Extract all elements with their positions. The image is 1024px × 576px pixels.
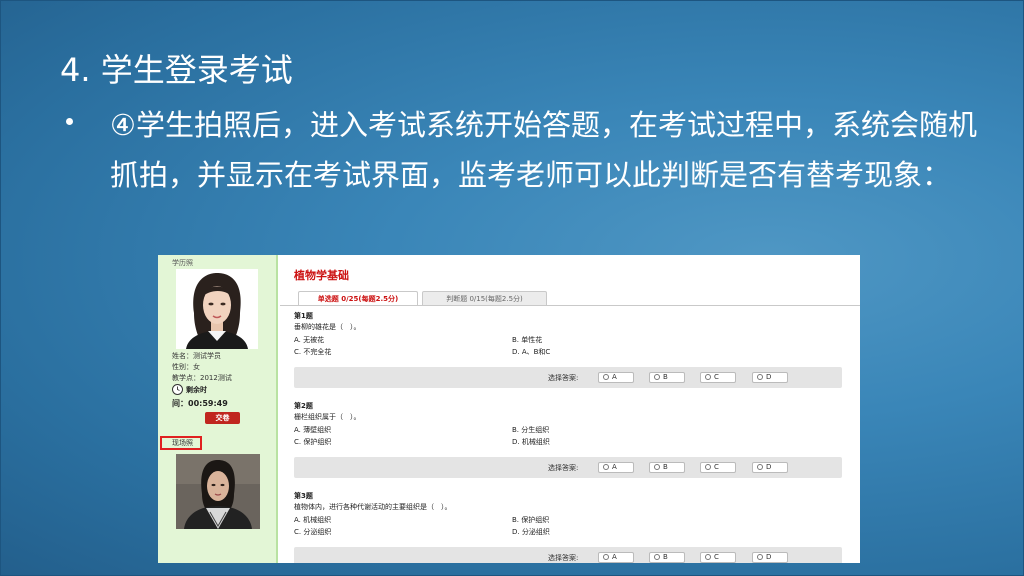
submit-exam-button[interactable]: 交卷 [205, 412, 240, 424]
student-gender: 性别：女 [172, 363, 200, 371]
student-site: 教学点：2012测试 [172, 374, 232, 382]
option-d: D. 分泌组织 [512, 528, 550, 536]
option-a: A. 薄壁组织 [294, 426, 332, 434]
id-photo [176, 269, 258, 349]
option-b: B. 保护组织 [512, 516, 550, 524]
option-b: B. 分生组织 [512, 426, 550, 434]
radio-circle-icon [705, 464, 711, 470]
course-title: 植物学基础 [294, 269, 349, 282]
question-text: 植物体内，进行各种代谢活动的主要组织是（ ）。 [294, 503, 452, 511]
radio-circle-icon [603, 374, 609, 380]
option-a: A. 无被花 [294, 336, 325, 344]
radio-circle-icon [757, 374, 763, 380]
exam-paper-panel: 植物学基础 单选题 0/25(每题2.5分) 判断题 0/15(每题2.5分) … [280, 255, 860, 563]
radio-circle-icon [705, 554, 711, 560]
remaining-time-label: 剩余时 [186, 386, 207, 394]
radio-choice-a[interactable]: A [598, 462, 634, 473]
radio-choice-a[interactable]: A [598, 552, 634, 563]
remaining-time-value: 间：00:59:49 [172, 399, 228, 408]
question-text: 栅栏组织属于（ ）。 [294, 413, 361, 421]
student-name: 姓名：测试学员 [172, 352, 221, 360]
radio-label: A [612, 373, 617, 381]
slide-bullet-text: ④学生拍照后，进入考试系统开始答题，在考试过程中，系统会随机抓拍，并显示在考试界… [110, 108, 977, 192]
radio-circle-icon [757, 464, 763, 470]
radio-choice-d[interactable]: D [752, 552, 788, 563]
option-d: D. A、B和C [512, 348, 551, 356]
radio-choice-b[interactable]: B [649, 552, 685, 563]
answer-label: 选择答案: [548, 554, 579, 562]
student-info-panel: 学历照 姓名：测试学员 性别：女 教学点：2012测试 剩余时 间：00:59:… [158, 255, 278, 563]
id-photo-label: 学历照 [172, 259, 193, 267]
question-number: 第2题 [294, 402, 313, 410]
radio-circle-icon [654, 554, 660, 560]
radio-label: A [612, 463, 617, 471]
radio-circle-icon [603, 554, 609, 560]
option-c: C. 不完全花 [294, 348, 332, 356]
answer-bar: 选择答案: A B C D [294, 457, 842, 478]
answer-label: 选择答案: [548, 374, 579, 382]
radio-label: C [714, 553, 719, 561]
radio-label: C [714, 373, 719, 381]
radio-label: D [766, 463, 772, 471]
radio-choice-b[interactable]: B [649, 372, 685, 383]
option-b: B. 单性花 [512, 336, 543, 344]
radio-choice-d[interactable]: D [752, 462, 788, 473]
radio-circle-icon [654, 464, 660, 470]
live-capture-image [176, 454, 260, 529]
radio-circle-icon [705, 374, 711, 380]
live-photo-label: 现场照 [160, 436, 202, 450]
radio-choice-d[interactable]: D [752, 372, 788, 383]
radio-label: A [612, 553, 617, 561]
clock-icon [172, 384, 183, 395]
radio-choice-c[interactable]: C [700, 462, 736, 473]
radio-choice-b[interactable]: B [649, 462, 685, 473]
radio-label: B [663, 553, 668, 561]
option-c: C. 保护组织 [294, 438, 332, 446]
answer-label: 选择答案: [548, 464, 579, 472]
radio-label: D [766, 553, 772, 561]
option-c: C. 分泌组织 [294, 528, 332, 536]
question-text: 垂柳的雄花是（ ）。 [294, 323, 361, 331]
radio-circle-icon [757, 554, 763, 560]
tab-true-false[interactable]: 判断题 0/15(每题2.5分) [422, 291, 547, 305]
radio-label: B [663, 373, 668, 381]
slide-title: 4. 学生登录考试 [60, 51, 293, 89]
radio-label: D [766, 373, 772, 381]
answer-bar: 选择答案: A B C D [294, 367, 842, 388]
answer-bar: 选择答案: A B C D [294, 547, 842, 563]
radio-circle-icon [603, 464, 609, 470]
tabs-divider [280, 305, 860, 306]
option-a: A. 机械组织 [294, 516, 332, 524]
radio-label: C [714, 463, 719, 471]
question-number: 第3题 [294, 492, 313, 500]
radio-choice-c[interactable]: C [700, 372, 736, 383]
id-photo-image [176, 269, 258, 349]
radio-choice-c[interactable]: C [700, 552, 736, 563]
radio-choice-a[interactable]: A [598, 372, 634, 383]
option-d: D. 机械组织 [512, 438, 550, 446]
radio-label: B [663, 463, 668, 471]
tab-single-choice[interactable]: 单选题 0/25(每题2.5分) [298, 291, 418, 305]
live-capture-photo [176, 454, 260, 529]
radio-circle-icon [654, 374, 660, 380]
question-number: 第1题 [294, 312, 313, 320]
bullet-dot-icon [66, 118, 73, 125]
exam-screenshot: 学历照 姓名：测试学员 性别：女 教学点：2012测试 剩余时 间：00:59:… [158, 255, 860, 563]
